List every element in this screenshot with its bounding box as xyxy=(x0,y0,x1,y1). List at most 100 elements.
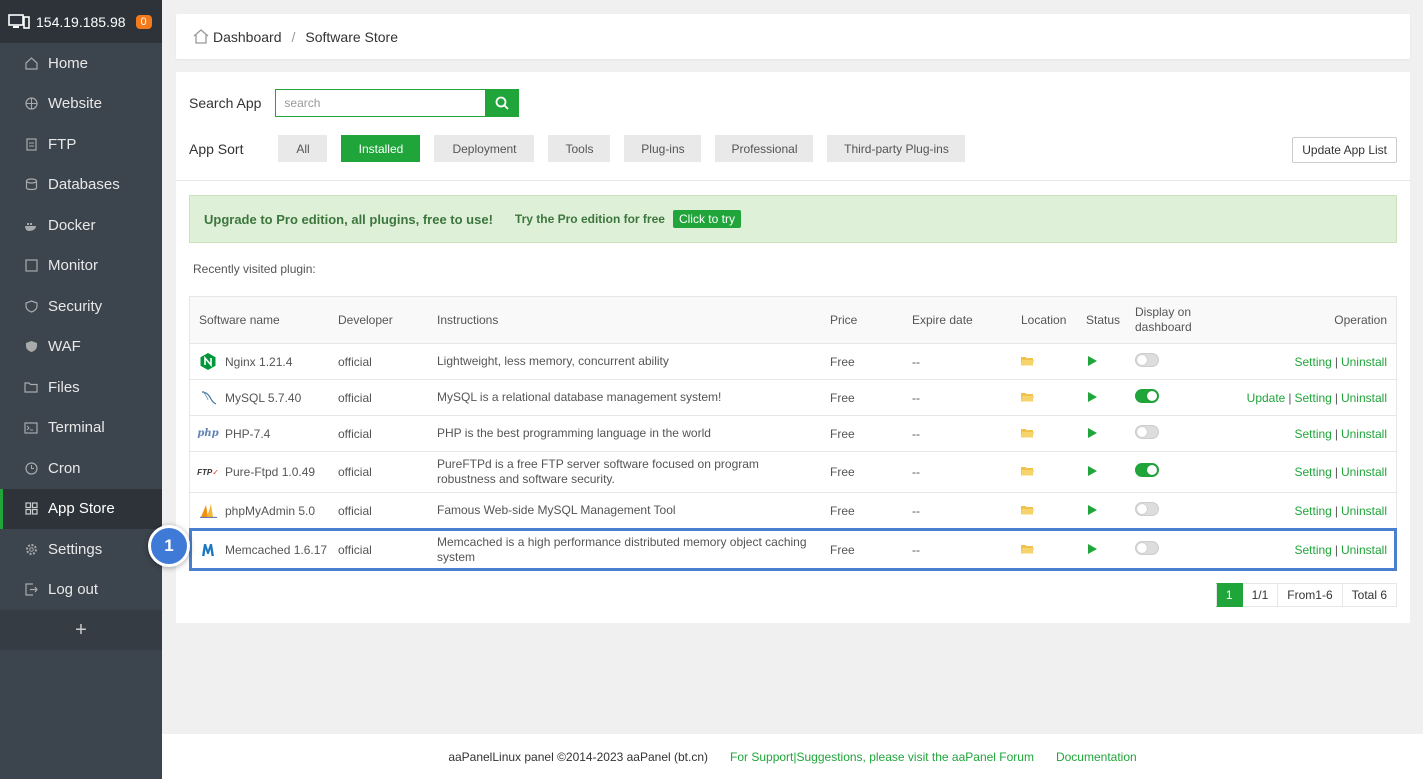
update-app-list-button[interactable]: Update App List xyxy=(1292,137,1397,163)
app-name[interactable]: phpMyAdmin 5.0 xyxy=(225,504,315,518)
app-name-cell: MySQL 5.7.40 xyxy=(190,389,338,407)
forum-link[interactable]: For Support|Suggestions, please visit th… xyxy=(730,750,1034,764)
search-input[interactable]: search xyxy=(275,89,486,117)
setting-link[interactable]: Setting xyxy=(1294,465,1331,479)
running-status-icon[interactable] xyxy=(1088,391,1097,402)
sidebar-item-databases[interactable]: Databases xyxy=(0,165,162,206)
software-table: Software name Developer Instructions Pri… xyxy=(189,296,1397,571)
folder-open-icon[interactable] xyxy=(1021,356,1034,366)
table-row: php PHP-7.4 official PHP is the best prog… xyxy=(190,416,1396,452)
sidebar-item-label: Databases xyxy=(48,176,120,194)
page-1-button[interactable]: 1 xyxy=(1215,583,1243,607)
recent-plugins-label: Recently visited plugin: xyxy=(193,262,316,276)
app-price: Free xyxy=(830,426,855,441)
documentation-link[interactable]: Documentation xyxy=(1056,750,1137,764)
update-link[interactable]: Update xyxy=(1247,391,1286,405)
sort-all-button[interactable]: All xyxy=(278,135,328,162)
display-toggle[interactable] xyxy=(1135,352,1159,367)
sort-tools-button[interactable]: Tools xyxy=(548,135,611,162)
sidebar-item-ftp[interactable]: FTP xyxy=(0,124,162,165)
sidebar-nav: Home Website FTP Databases Docker Monito… xyxy=(0,43,162,610)
running-status-icon[interactable] xyxy=(1088,466,1097,476)
uninstall-link[interactable]: Uninstall xyxy=(1341,391,1387,405)
sidebar-item-logout[interactable]: Log out xyxy=(0,570,162,611)
setting-link[interactable]: Setting xyxy=(1294,543,1331,557)
uninstall-link[interactable]: Uninstall xyxy=(1341,465,1387,479)
sort-plugins-button[interactable]: Plug-ins xyxy=(624,135,702,162)
sort-deployment-button[interactable]: Deployment xyxy=(434,135,535,162)
app-name-cell: Nginx 1.21.4 xyxy=(190,353,338,371)
pureftpd-icon: FTP ✓ xyxy=(197,467,219,477)
app-name[interactable]: MySQL 5.7.40 xyxy=(225,391,301,405)
promo-subtitle: Try the Pro edition for free xyxy=(514,212,665,226)
folder-open-icon[interactable] xyxy=(1021,544,1034,554)
folder-open-icon[interactable] xyxy=(1021,428,1034,438)
setting-link[interactable]: Setting xyxy=(1294,427,1331,441)
running-status-icon[interactable] xyxy=(1088,355,1097,366)
sort-third-party-button[interactable]: Third-party Plug-ins xyxy=(827,135,966,162)
running-status-icon[interactable] xyxy=(1088,504,1097,515)
app-name[interactable]: Memcached 1.6.17 xyxy=(225,543,327,557)
sidebar-item-docker[interactable]: Docker xyxy=(0,205,162,246)
sidebar-item-waf[interactable]: WAF xyxy=(0,327,162,368)
step-marker: 1 xyxy=(148,525,190,567)
sidebar-item-label: Log out xyxy=(48,581,99,599)
clock-icon xyxy=(24,461,38,475)
uninstall-link[interactable]: Uninstall xyxy=(1341,427,1387,441)
sidebar-item-website[interactable]: Website xyxy=(0,84,162,125)
setting-link[interactable]: Setting xyxy=(1294,355,1331,369)
running-status-icon[interactable] xyxy=(1088,543,1097,554)
ftp-icon xyxy=(24,137,38,151)
sort-installed-button[interactable]: Installed xyxy=(341,135,421,162)
uninstall-link[interactable]: Uninstall xyxy=(1341,543,1387,557)
sidebar-item-home[interactable]: Home xyxy=(0,43,162,84)
sidebar-item-files[interactable]: Files xyxy=(0,367,162,408)
phpmyadmin-icon xyxy=(199,502,217,520)
app-expire: -- xyxy=(912,542,920,557)
operation-cell: Setting | Uninstall xyxy=(1215,355,1396,369)
sidebar-item-settings[interactable]: Settings xyxy=(0,529,162,570)
col-price-header: Price xyxy=(830,313,858,327)
app-developer: official xyxy=(338,354,372,369)
notification-badge[interactable]: 0 xyxy=(135,14,152,29)
server-monitor-icon xyxy=(8,13,30,29)
nginx-icon xyxy=(199,353,217,371)
server-ip: 154.19.185.98 xyxy=(36,13,126,30)
sidebar-item-label: Home xyxy=(48,54,89,72)
sidebar-item-cron[interactable]: Cron xyxy=(0,448,162,489)
display-toggle[interactable] xyxy=(1135,540,1159,555)
app-name[interactable]: Nginx 1.21.4 xyxy=(225,355,292,369)
display-toggle[interactable] xyxy=(1135,424,1159,439)
app-name[interactable]: PHP-7.4 xyxy=(225,427,270,441)
display-toggle[interactable] xyxy=(1135,463,1159,477)
display-toggle[interactable] xyxy=(1135,388,1159,403)
server-header[interactable]: 154.19.185.98 0 xyxy=(0,0,162,43)
sort-label: App Sort xyxy=(189,140,244,157)
folder-open-icon[interactable] xyxy=(1021,505,1034,515)
click-to-try-button[interactable]: Click to try xyxy=(672,210,741,228)
setting-link[interactable]: Setting xyxy=(1294,391,1331,405)
sidebar-item-security[interactable]: Security xyxy=(0,286,162,327)
folder-open-icon[interactable] xyxy=(1021,466,1034,476)
sidebar-item-app-store[interactable]: App Store xyxy=(0,488,162,529)
running-status-icon[interactable] xyxy=(1088,427,1097,438)
add-shortcut-button[interactable]: + xyxy=(0,610,162,650)
breadcrumb-dashboard-link[interactable]: Dashboard xyxy=(213,29,282,45)
sidebar-item-monitor[interactable]: Monitor xyxy=(0,246,162,287)
pro-upgrade-banner: Upgrade to Pro edition, all plugins, fre… xyxy=(189,195,1397,243)
app-name[interactable]: Pure-Ftpd 1.0.49 xyxy=(225,465,315,479)
operation-cell: Setting | Uninstall xyxy=(1215,465,1396,479)
uninstall-link[interactable]: Uninstall xyxy=(1341,355,1387,369)
table-row: Nginx 1.21.4 official Lightweight, less … xyxy=(190,344,1396,380)
folder-open-icon[interactable] xyxy=(1021,392,1034,402)
display-toggle[interactable] xyxy=(1135,501,1159,516)
sidebar-item-terminal[interactable]: Terminal xyxy=(0,408,162,449)
search-button[interactable] xyxy=(485,89,520,117)
table-row-memcached[interactable]: Memcached 1.6.17 official Memcached is a… xyxy=(189,528,1397,571)
app-developer: official xyxy=(338,390,372,405)
sidebar-item-label: Terminal xyxy=(48,419,105,437)
sort-professional-button[interactable]: Professional xyxy=(715,135,814,162)
col-status-header: Status xyxy=(1086,313,1121,327)
setting-link[interactable]: Setting xyxy=(1294,504,1331,518)
uninstall-link[interactable]: Uninstall xyxy=(1341,504,1387,518)
